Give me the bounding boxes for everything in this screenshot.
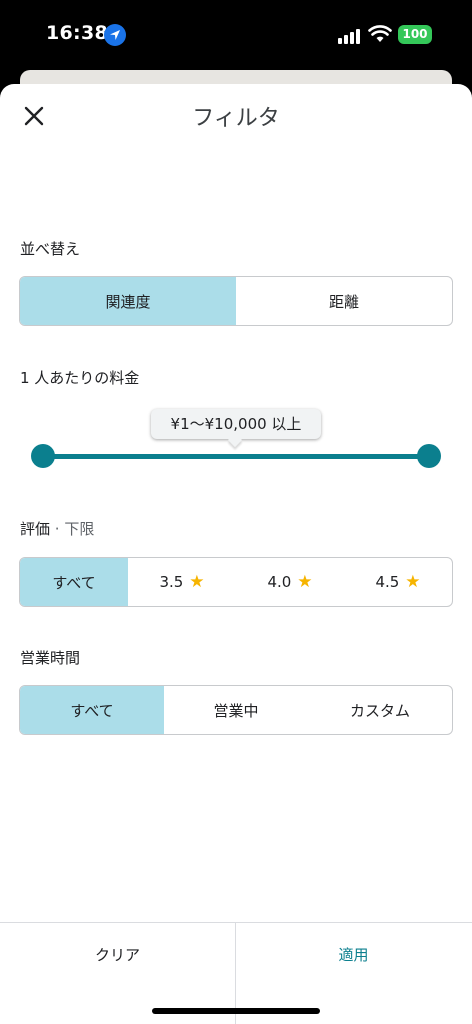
price-slider-min-handle[interactable] — [31, 444, 55, 468]
price-range-tooltip: ¥1〜¥10,000 以上 — [151, 409, 321, 439]
filter-sheet: フィルタ 並べ替え 関連度 距離 1 人あたりの料金 ¥1〜¥10,000 以上… — [0, 84, 472, 1024]
rating-option-4-5[interactable]: 4.5 ★ — [344, 558, 452, 606]
status-bar: 16:38 100 — [0, 0, 472, 70]
wifi-icon — [368, 25, 392, 42]
sort-label: 並べ替え — [20, 240, 81, 258]
rating-title: 評価 — [20, 520, 51, 538]
cellular-signal-icon — [338, 28, 362, 44]
rating-value: 4.5 — [375, 573, 400, 591]
price-slider-max-handle[interactable] — [417, 444, 441, 468]
price-label: 1 人あたりの料金 — [20, 369, 140, 387]
battery-indicator: 100 — [398, 25, 432, 44]
hours-option-open-now[interactable]: 営業中 — [164, 686, 308, 734]
sort-segmented-control: 関連度 距離 — [19, 276, 453, 326]
rating-value: 4.0 — [267, 573, 292, 591]
location-arrow-icon — [104, 24, 126, 46]
star-icon: ★ — [405, 572, 421, 592]
hours-option-all[interactable]: すべて — [20, 686, 164, 734]
star-icon: ★ — [189, 572, 205, 592]
hours-option-custom[interactable]: カスタム — [308, 686, 452, 734]
rating-option-all[interactable]: すべて — [20, 558, 128, 606]
rating-option-3-5[interactable]: 3.5 ★ — [128, 558, 236, 606]
apply-button[interactable]: 適用 — [236, 923, 471, 985]
rating-option-4-0[interactable]: 4.0 ★ — [236, 558, 344, 606]
sort-option-distance[interactable]: 距離 — [236, 277, 452, 325]
rating-value: 3.5 — [159, 573, 184, 591]
clear-button[interactable]: クリア — [0, 923, 235, 985]
hours-segmented-control: すべて 営業中 カスタム — [19, 685, 453, 735]
home-indicator — [152, 1008, 320, 1014]
price-slider-track[interactable] — [42, 454, 428, 459]
page-title: フィルタ — [192, 106, 280, 131]
rating-sub-label: · 下限 — [50, 520, 95, 538]
status-time: 16:38 — [46, 22, 108, 44]
sort-option-relevance[interactable]: 関連度 — [20, 277, 236, 325]
rating-label: 評価 · 下限 — [20, 518, 94, 539]
hours-label: 営業時間 — [20, 649, 81, 667]
star-icon: ★ — [297, 572, 313, 592]
rating-segmented-control: すべて 3.5 ★ 4.0 ★ 4.5 ★ — [19, 557, 453, 607]
